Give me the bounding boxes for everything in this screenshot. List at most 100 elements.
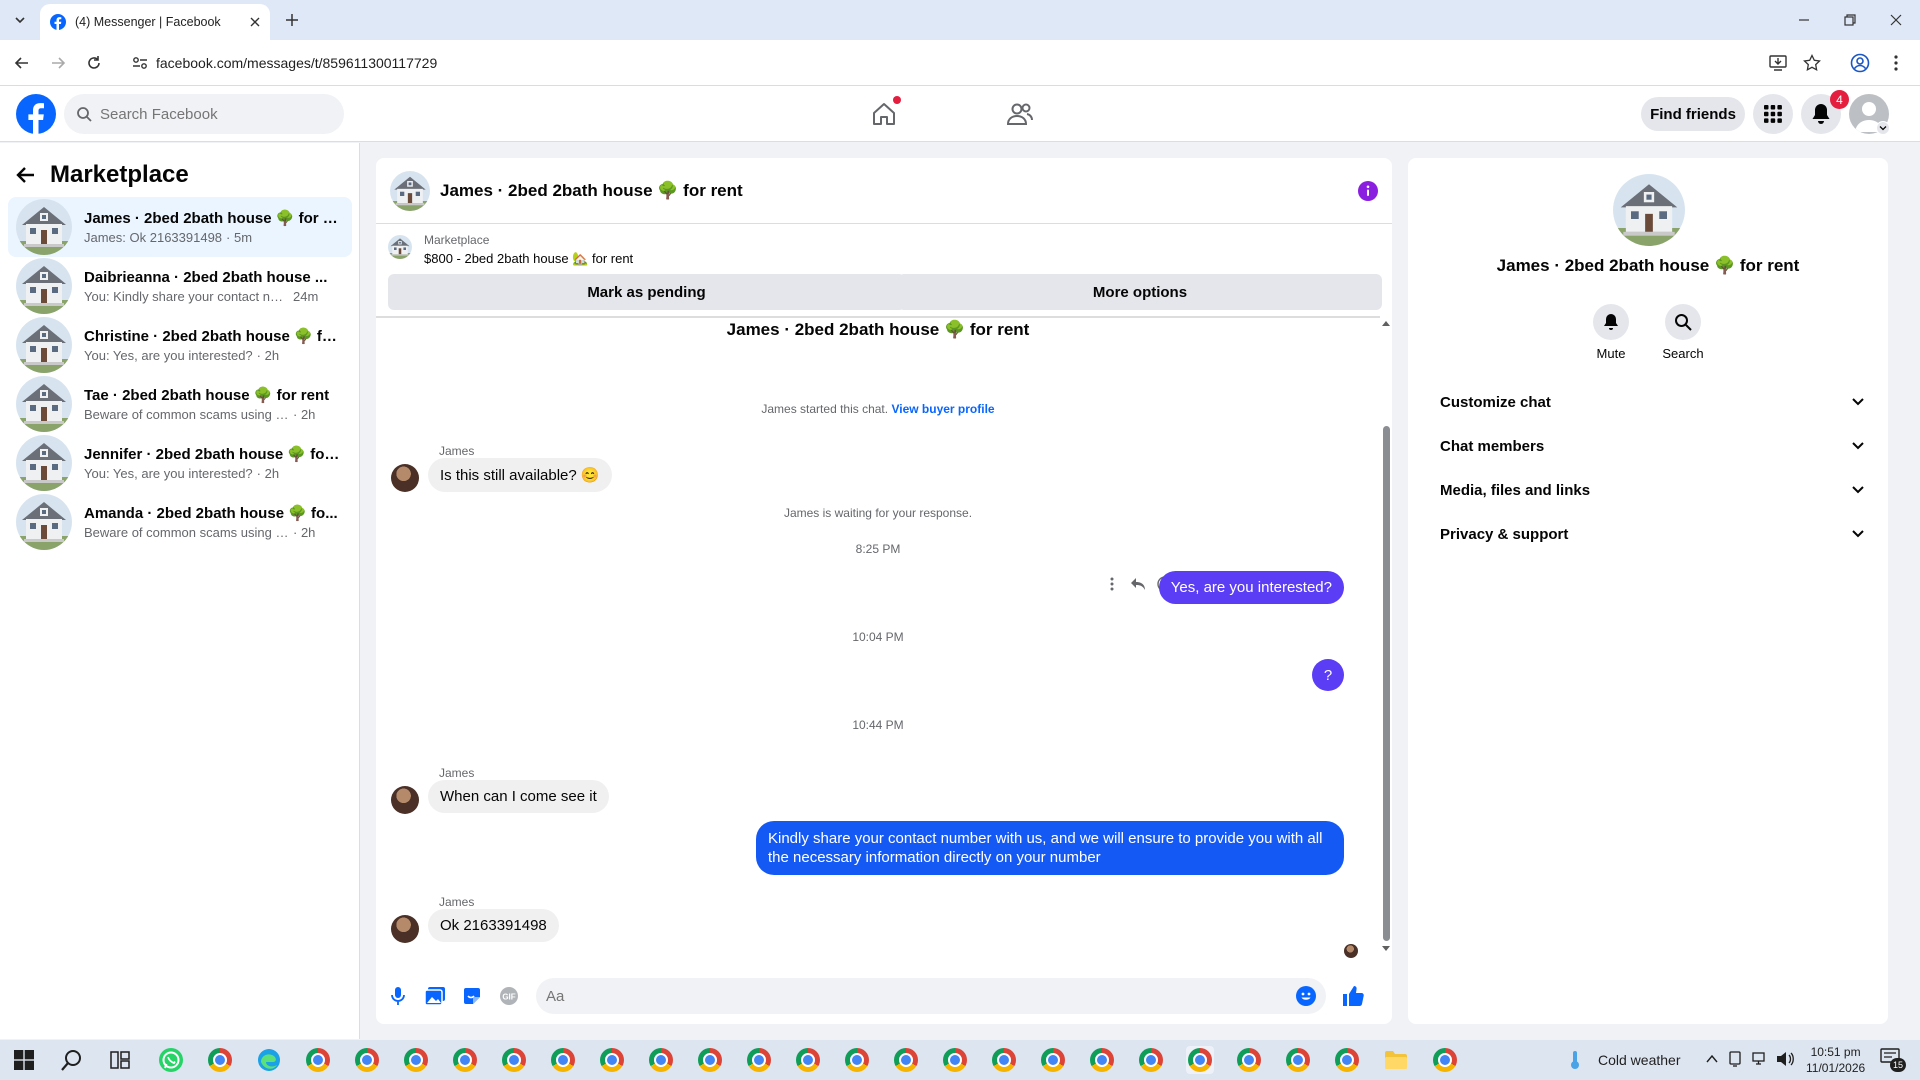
- taskbar-chrome-active[interactable]: [1186, 1046, 1214, 1074]
- taskbar-chrome[interactable]: [206, 1046, 234, 1074]
- taskbar-chrome[interactable]: [353, 1046, 381, 1074]
- info-section-row[interactable]: Media, files and links: [1424, 468, 1872, 512]
- taskbar-chrome[interactable]: [1039, 1046, 1067, 1074]
- taskbar-chrome[interactable]: [304, 1046, 332, 1074]
- outgoing-message[interactable]: Yes, are you interested?: [1158, 571, 1344, 604]
- info-section-row[interactable]: Chat members: [1424, 424, 1872, 468]
- mute-button[interactable]: Mute: [1581, 304, 1641, 361]
- restore-window-button[interactable]: [1836, 6, 1864, 34]
- chat-header-avatar[interactable]: [390, 170, 430, 211]
- scroll-up-icon[interactable]: [1382, 320, 1390, 326]
- photo-icon[interactable]: [424, 986, 446, 1006]
- reply-icon[interactable]: [1130, 577, 1146, 591]
- taskbar-chrome[interactable]: [1333, 1046, 1361, 1074]
- new-tab-button[interactable]: [280, 8, 304, 32]
- taskbar-chrome[interactable]: [1137, 1046, 1165, 1074]
- taskbar-search-button[interactable]: [58, 1046, 86, 1074]
- search-chat-button[interactable]: Search: [1653, 304, 1713, 361]
- taskbar-whatsapp[interactable]: [157, 1046, 185, 1074]
- minimize-window-button[interactable]: [1790, 6, 1818, 34]
- message-input[interactable]: [546, 987, 1296, 1005]
- taskbar-chrome[interactable]: [1431, 1046, 1459, 1074]
- taskbar-chrome[interactable]: [549, 1046, 577, 1074]
- install-app-button[interactable]: [1764, 49, 1792, 77]
- taskbar-chrome[interactable]: [794, 1046, 822, 1074]
- outgoing-message[interactable]: ?: [1312, 659, 1344, 691]
- info-icon[interactable]: [1358, 180, 1378, 201]
- incoming-message[interactable]: When can I come see it: [428, 780, 609, 813]
- facebook-logo-icon[interactable]: [16, 94, 56, 134]
- menu-button[interactable]: [1753, 94, 1793, 134]
- taskbar-chrome[interactable]: [941, 1046, 969, 1074]
- site-info-icon[interactable]: [132, 56, 148, 70]
- facebook-search-input[interactable]: [100, 105, 320, 123]
- back-button[interactable]: [8, 49, 36, 77]
- browser-tab[interactable]: (4) Messenger | Facebook: [40, 4, 270, 40]
- sender-avatar[interactable]: [391, 915, 419, 943]
- account-menu-chevron[interactable]: [1876, 121, 1890, 135]
- conversation-item[interactable]: James · 2bed 2bath house 🌳 for r... James…: [8, 197, 352, 257]
- browser-menu-button[interactable]: [1882, 49, 1910, 77]
- mute-circle[interactable]: [1593, 304, 1629, 340]
- taskbar-chrome[interactable]: [990, 1046, 1018, 1074]
- taskbar-chrome[interactable]: [451, 1046, 479, 1074]
- mark-as-pending-button[interactable]: Mark as pending: [388, 274, 905, 310]
- back-arrow-icon[interactable]: [16, 165, 36, 185]
- taskbar-edge[interactable]: [255, 1046, 283, 1074]
- message-more-icon[interactable]: [1110, 577, 1114, 591]
- taskbar-chrome[interactable]: [843, 1046, 871, 1074]
- more-options-button[interactable]: More options: [898, 274, 1382, 310]
- incoming-message[interactable]: Ok 2163391498: [428, 909, 559, 942]
- taskbar-chrome[interactable]: [598, 1046, 626, 1074]
- gif-icon[interactable]: GIF: [498, 986, 520, 1006]
- taskbar-chrome[interactable]: [1088, 1046, 1116, 1074]
- volume-icon[interactable]: [1776, 1051, 1794, 1067]
- sender-avatar[interactable]: [391, 786, 419, 814]
- conversation-item[interactable]: Amanda · 2bed 2bath house 🌳 fo... Beware …: [8, 492, 352, 552]
- reload-button[interactable]: [80, 49, 108, 77]
- taskbar-chrome[interactable]: [1235, 1046, 1263, 1074]
- thumbs-up-icon[interactable]: [1342, 985, 1364, 1007]
- outgoing-message[interactable]: Kindly share your contact number with us…: [756, 821, 1344, 875]
- tab-search-button[interactable]: [8, 8, 32, 32]
- info-section-row[interactable]: Privacy & support: [1424, 512, 1872, 556]
- incoming-message[interactable]: Is this still available? 😊: [428, 458, 612, 492]
- device-icon[interactable]: [1728, 1051, 1742, 1067]
- profile-button[interactable]: [1846, 49, 1874, 77]
- taskbar-chrome[interactable]: [647, 1046, 675, 1074]
- chat-title[interactable]: James · 2bed 2bath house 🌳 for rent: [440, 181, 1348, 201]
- nav-friends-button[interactable]: [1004, 98, 1036, 130]
- weather-text[interactable]: Cold weather: [1598, 1052, 1681, 1068]
- scrollbar-thumb[interactable]: [1383, 426, 1390, 941]
- listing-thumbnail[interactable]: [388, 235, 412, 259]
- find-friends-button[interactable]: Find friends: [1641, 97, 1745, 131]
- network-icon[interactable]: [1752, 1051, 1770, 1067]
- scroll-down-icon[interactable]: [1382, 946, 1390, 952]
- taskbar-chrome[interactable]: [892, 1046, 920, 1074]
- taskbar-chrome[interactable]: [500, 1046, 528, 1074]
- info-avatar[interactable]: [1613, 174, 1685, 246]
- emoji-picker-icon[interactable]: [1296, 986, 1316, 1006]
- taskbar-chrome[interactable]: [402, 1046, 430, 1074]
- taskbar-chrome[interactable]: [1284, 1046, 1312, 1074]
- start-button[interactable]: [10, 1046, 38, 1074]
- nav-home-button[interactable]: [868, 96, 901, 130]
- task-view-button[interactable]: [106, 1046, 134, 1074]
- view-buyer-profile-link[interactable]: View buyer profile: [891, 402, 994, 416]
- sender-avatar[interactable]: [391, 464, 419, 492]
- close-tab-icon[interactable]: [250, 17, 260, 27]
- conversation-item[interactable]: Jennifer · 2bed 2bath house 🌳 for... You:…: [8, 433, 352, 493]
- address-bar[interactable]: facebook.com/messages/t/859611300117729: [120, 45, 1760, 81]
- microphone-icon[interactable]: [388, 986, 408, 1006]
- conversation-item[interactable]: Tae · 2bed 2bath house 🌳 for rent Beware …: [8, 374, 352, 434]
- facebook-search-bar[interactable]: [64, 94, 344, 134]
- taskbar-chrome[interactable]: [696, 1046, 724, 1074]
- close-window-button[interactable]: [1882, 6, 1910, 34]
- taskbar-file-explorer[interactable]: [1382, 1046, 1410, 1074]
- notification-center-button[interactable]: 15: [1880, 1048, 1908, 1072]
- sticker-icon[interactable]: [462, 986, 482, 1006]
- tray-overflow-icon[interactable]: [1706, 1054, 1718, 1064]
- taskbar-chrome[interactable]: [745, 1046, 773, 1074]
- bookmark-button[interactable]: [1798, 49, 1826, 77]
- tray-clock[interactable]: 10:51 pm 11/01/2026: [1806, 1044, 1865, 1076]
